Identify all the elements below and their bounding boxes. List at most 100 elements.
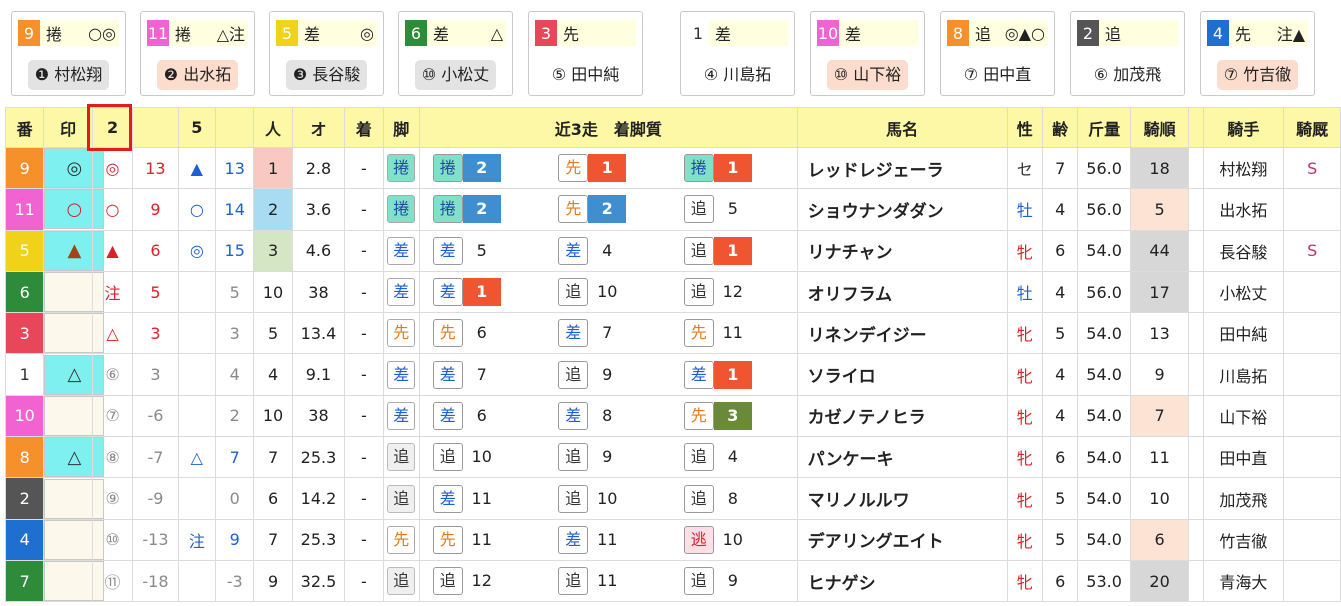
prediction-card[interactable]: 3先 ⑤ 田中純 [528,11,643,96]
table-row[interactable]: 5 ▲ ▲ 6 ◎ 15 3 4.6- 差差 5 差 4 追 1 リナチャン牝 6 54.0 44 長谷駿 S [4,229,1341,272]
prediction-card[interactable]: 2追 ⑥ 加茂飛 [1070,11,1185,96]
jockey[interactable]: 村松翔 [1202,146,1285,190]
prediction-card[interactable]: 4 先 注▲ ⑦ 竹吉徹 [1200,11,1315,96]
jockey[interactable]: 竹吉徹 [1202,518,1285,561]
table-row[interactable]: 4 ⑩ -13 注 9 7 25.3- 先先 11 差 11 逃 10 デアリングエイト牝 5 54.0 6 竹吉… [4,518,1341,561]
column-header[interactable]: オ [291,107,346,148]
mark-cell[interactable]: ▲ [43,229,105,272]
mark-cell[interactable]: △ [43,353,105,396]
card-header: 3先 [535,20,636,46]
column-header[interactable]: 斤量 [1077,107,1131,148]
prediction-card[interactable]: 11 捲 △注 ❷ 出水拓 [140,11,255,96]
age: 6 [1041,436,1079,479]
sex: 牝 [1006,518,1043,561]
prediction-card[interactable]: 5 差 ◎ ❸ 長谷駿 [269,11,384,96]
card-jockey: ⑥ 加茂飛 [1071,60,1184,90]
jockey[interactable]: 田中直 [1202,436,1285,479]
table-row[interactable]: 3 △ 3 3 5 13.4- 先先 6 差 7 先 11 リネンデイジー牝 5 54.0 13 田中純 [4,312,1341,355]
mark-cell[interactable]: ◎ [43,146,105,190]
jockey[interactable]: 川島拓 [1202,353,1285,396]
finish: - [344,477,384,520]
horse-name[interactable]: レッドレジェーラ [796,146,1008,190]
card-running-style: 差 [845,25,862,44]
mark-cell[interactable] [43,559,105,603]
table-row[interactable]: 6 注 5 5 10 38- 差差 1 追 10 追 12 オリフラム牡 4 56.0 17 小松丈 [4,270,1341,314]
column-header[interactable]: 脚 [382,107,420,148]
column-header[interactable]: 近3走 着脚質 [418,107,798,148]
column-header[interactable]: 着 [344,107,384,148]
column-header[interactable]: 5 [177,107,217,148]
odds: 9.1 [291,353,346,396]
mark-cell[interactable] [43,312,105,355]
column-header[interactable]: 人 [253,107,293,148]
prediction-card[interactable]: 1差 ④ 川島拓 [680,11,795,96]
jockey[interactable]: 小松丈 [1202,270,1285,314]
mark-2: ⑥ [91,353,134,396]
table-row[interactable]: 8 △ ⑧ -7 △ 7 7 25.3- 追追 10 追 9 追 4 パンケーキ牝 6 54.0 11 田中直 [4,436,1341,479]
card-jockey-label: ❷ 出水拓 [156,60,239,90]
jockey[interactable]: 長谷駿 [1202,229,1285,272]
mark-cell[interactable] [43,518,105,561]
table-row[interactable]: 2 ⑨ -9 0 6 14.2- 追差 11 追 10 追 8 マリノルルワ牝 5 54.0 10 加茂飛 [4,477,1341,520]
column-header[interactable]: 2 [91,107,134,148]
recent-rank: 7 [476,364,487,384]
column-header[interactable] [1188,107,1204,148]
prediction-card[interactable]: 8 追 ◎▲○ ⑦ 田中直 [940,11,1055,96]
horse-name[interactable]: ヒナゲシ [796,559,1008,603]
prediction-card[interactable]: 10 差 ⑩ 山下裕 [810,11,925,96]
jockey[interactable]: 山下裕 [1202,394,1285,438]
recent-3-races: 差 11 追 10 追 8 [418,477,798,520]
horse-name[interactable]: リネンデイジー [796,312,1008,355]
jockey-rank: 13 [1129,312,1190,355]
column-header[interactable]: 騎厩 [1283,107,1341,148]
horse-name[interactable]: パンケーキ [796,436,1008,479]
table-row[interactable]: 10 ⑦ -6 2 10 38- 差差 6 差 8 先 3 カゼノテノヒラ牝 4 54.0 7 山下裕 [4,394,1341,438]
table-row[interactable]: 1 △ ⑥ 3 4 4 9.1- 差差 7 追 9 差 1 ソライロ牝 4 54.0 9 川島拓 [4,353,1341,396]
running-style-badge: 追 [387,443,416,472]
running-style-cell: 先 [382,518,420,561]
column-header[interactable]: 性 [1006,107,1043,148]
column-header[interactable]: 齢 [1041,107,1079,148]
column-header[interactable]: 印 [43,107,93,148]
mark-cell[interactable]: ○ [43,188,105,231]
table-row[interactable]: 7 ⑪ -18 -3 9 32.5- 追追 12 追 11 追 9 ヒナゲシ牝 6 53.0 20 青海大 [4,559,1341,603]
recent-style-badge: 先 [558,154,589,183]
column-header[interactable]: 馬名 [796,107,1008,148]
column-header[interactable] [215,107,255,148]
mark-5 [177,477,217,520]
jockey[interactable]: 田中純 [1202,312,1285,355]
recent-race: 差5 [432,236,533,265]
jockey[interactable]: 出水拓 [1202,188,1285,231]
column-header[interactable]: 番 [4,107,45,148]
horse-name[interactable]: リナチャン [796,229,1008,272]
recent-race: 追1 [683,236,784,265]
column-header[interactable]: 騎順 [1129,107,1190,148]
recent-rank: 1 [713,154,752,183]
prediction-card[interactable]: 6 差 △ ⑩ 小松丈 [398,11,513,96]
column-header[interactable] [132,107,179,148]
card-header: 8 追 ◎▲○ [947,20,1048,46]
recent-rank: 2 [462,154,501,183]
recent-race: 先3 [683,401,784,430]
horse-name[interactable]: ソライロ [796,353,1008,396]
mark-cell[interactable] [43,394,105,438]
prediction-card[interactable]: 9 捲 ○◎ ❶ 村松翔 [11,11,126,96]
horse-name[interactable]: カゼノテノヒラ [796,394,1008,438]
jockey[interactable]: 加茂飛 [1202,477,1285,520]
column-header[interactable]: 騎手 [1202,107,1285,148]
horse-name[interactable]: オリフラム [796,270,1008,314]
mark-cell[interactable] [43,477,105,520]
recent-race: 先1 [558,154,658,183]
recent-race: 追 11 [558,567,658,596]
mark-cell[interactable]: △ [43,436,105,479]
horse-name[interactable]: マリノルルワ [796,477,1008,520]
recent-rank: 10 [597,488,618,508]
horse-name[interactable]: ショウナンダダン [796,188,1008,231]
horse-name[interactable]: デアリングエイト [796,518,1008,561]
recent-style-badge: 捲 [683,154,714,183]
table-row[interactable]: 9 ◎ ◎ 13 ▲ 13 1 2.8- 捲捲 2 先 1 捲 1 レッドレジェーラセ 7 56.0 18 村松翔 S [4,146,1341,190]
jockey[interactable]: 青海大 [1202,559,1285,603]
mark-2: △ [91,312,134,355]
table-row[interactable]: 11 ○ ○ 9 ○ 14 2 3.6- 捲捲 2 先 2 追 5 ショウナンダダン牡 4 56.0 5 出水拓 [4,188,1341,231]
mark-cell[interactable] [43,270,105,314]
